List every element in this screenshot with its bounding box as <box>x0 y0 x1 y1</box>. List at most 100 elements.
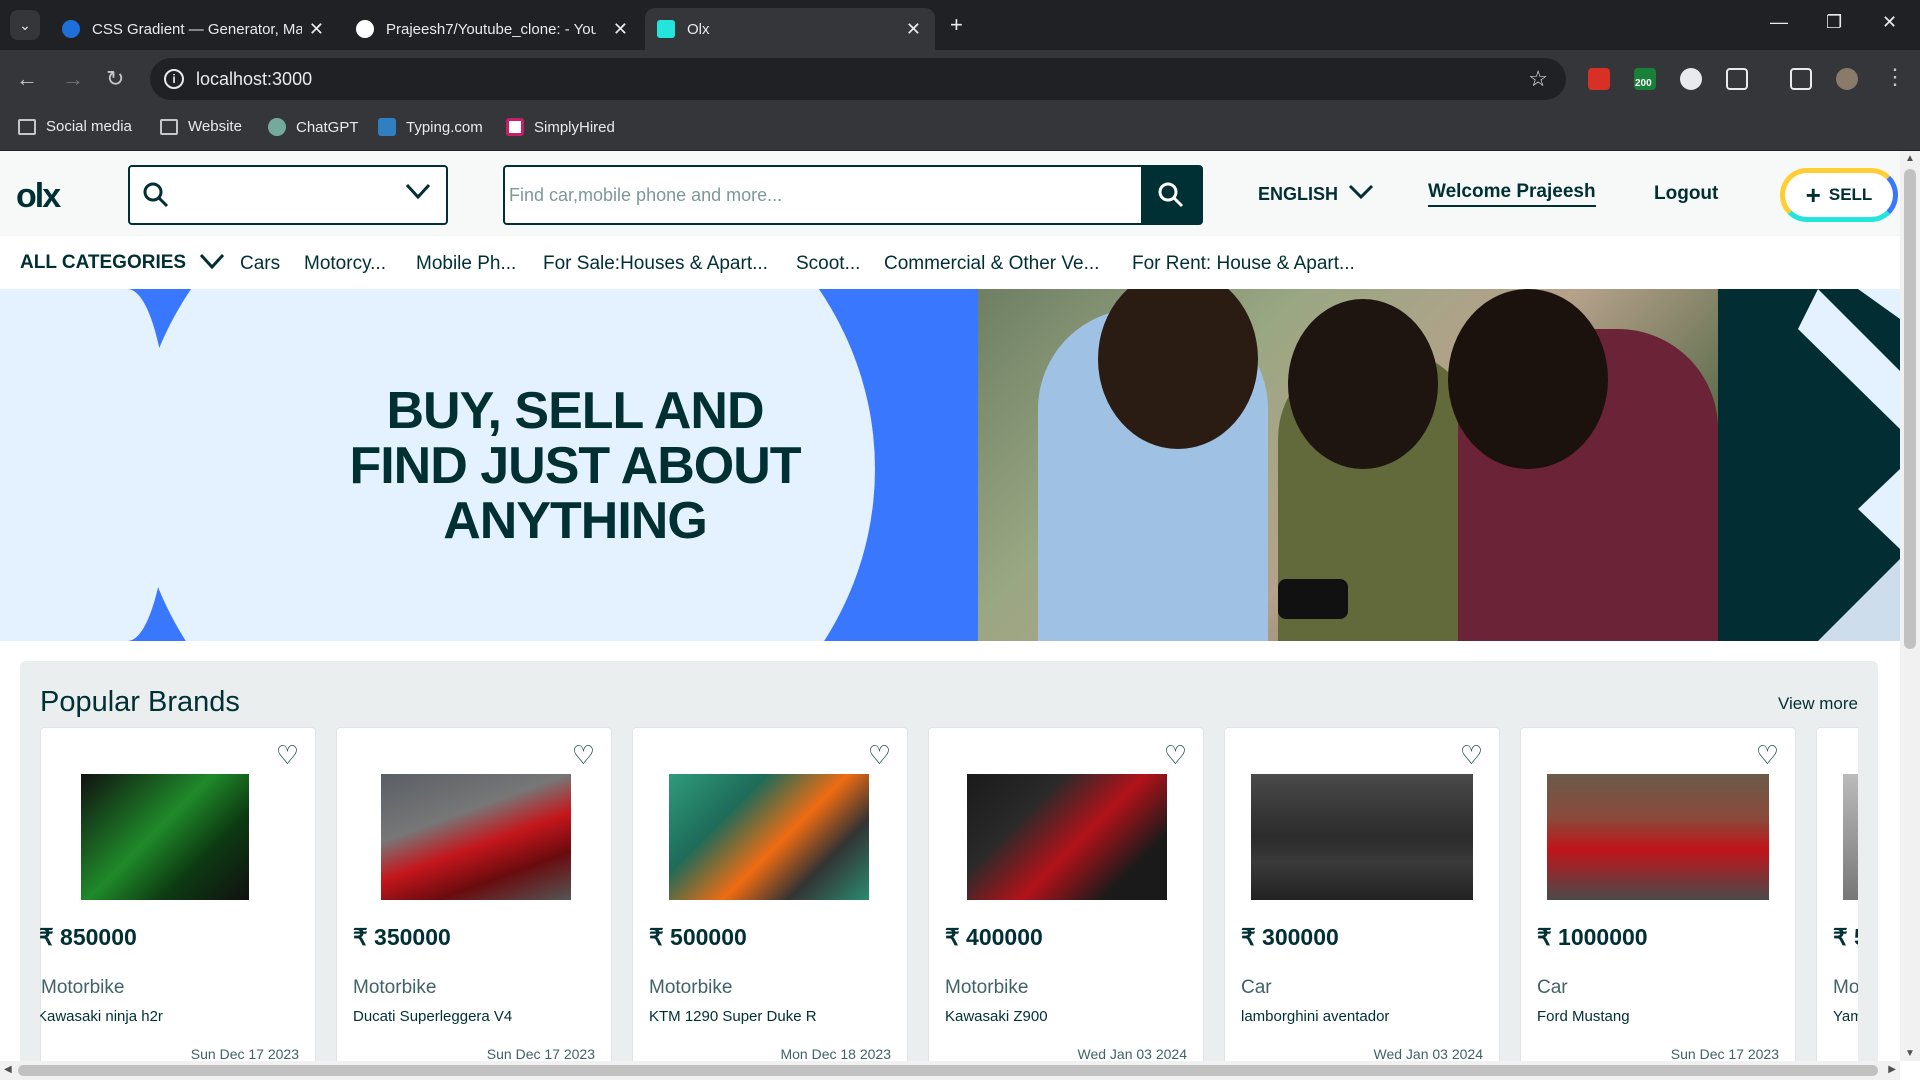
extension-icon[interactable] <box>1588 68 1610 90</box>
back-arrow-icon[interactable]: ← <box>16 66 38 92</box>
product-date: Wed Jan 03 2024 <box>1373 1046 1484 1061</box>
product-type: Car <box>1241 977 1272 998</box>
site-header: olx ENGLISH Welcome Prajeesh Logout + SE <box>0 151 1900 236</box>
close-tab-icon[interactable]: ✕ <box>613 19 628 40</box>
language-selector[interactable]: ENGLISH <box>1258 181 1374 207</box>
plus-icon: + <box>1805 179 1821 210</box>
product-price: ₹ 350000 <box>353 924 451 950</box>
bookmark-simplyhired[interactable]: SimplyHired <box>506 118 615 136</box>
category-bar: ALL CATEGORIES Cars Motorcy... Mobile Ph… <box>0 236 1900 291</box>
product-card[interactable]: ♡ ₹ 850000 Motorbike Kawasaki ninja h2r … <box>40 727 316 1061</box>
horizontal-scrollbar[interactable]: ◀ ▶ <box>0 1061 1900 1080</box>
browser-tab-css-gradient[interactable]: CSS Gradient — Generator, Mak ✕ <box>50 8 338 50</box>
folder-icon <box>160 118 178 135</box>
bookmark-social-media[interactable]: Social media <box>18 118 132 135</box>
site-info-icon[interactable]: i <box>164 69 184 89</box>
github-favicon-icon <box>356 20 374 38</box>
bookmark-typing[interactable]: Typing.com <box>378 118 483 136</box>
heart-icon[interactable]: ♡ <box>868 742 891 768</box>
product-price: ₹ 400000 <box>945 924 1043 950</box>
bookmark-chatgpt[interactable]: ChatGPT <box>268 118 359 136</box>
product-card[interactable]: ♡ ₹ 1000000 Car Ford Mustang Sun Dec 17 … <box>1520 727 1796 1061</box>
product-card[interactable]: ♡ ₹ 300000 Car lamborghini aventador Wed… <box>1224 727 1500 1061</box>
banner-chevron-graphic <box>1798 289 1900 641</box>
reload-icon[interactable]: ↻ <box>106 66 124 92</box>
browser-tab-olx[interactable]: Olx ✕ <box>645 8 935 50</box>
location-selector[interactable] <box>128 165 448 225</box>
tab-search-button[interactable]: ⌄ <box>10 10 40 40</box>
scrollbar-thumb[interactable] <box>18 1065 1878 1076</box>
restore-window-icon[interactable]: ❐ <box>1826 12 1842 33</box>
category-commercial-vehicles[interactable]: Commercial & Other Ve... <box>884 253 1099 275</box>
product-card[interactable]: ♡ ₹ 400000 Motorbike Kawasaki Z900 Wed J… <box>928 727 1204 1061</box>
product-price: ₹ 850000 <box>40 924 137 950</box>
side-panel-icon[interactable] <box>1790 68 1812 90</box>
bookmark-label: Website <box>188 118 242 135</box>
hero-banner: BUY, SELL AND FIND JUST ABOUT ANYTHING <box>0 289 1900 641</box>
close-tab-icon[interactable]: ✕ <box>906 19 921 40</box>
forward-arrow-icon[interactable]: → <box>62 66 84 92</box>
tab-title: Prajeesh7/Youtube_clone: - You <box>386 20 596 38</box>
chatgpt-icon <box>268 118 286 136</box>
heart-icon[interactable]: ♡ <box>276 742 299 768</box>
extensions-puzzle-icon[interactable] <box>1726 68 1748 90</box>
profile-avatar[interactable] <box>1836 68 1858 90</box>
chevron-down-icon <box>404 181 432 207</box>
banner-headline: BUY, SELL AND FIND JUST ABOUT ANYTHING <box>270 384 880 549</box>
category-cars[interactable]: Cars <box>240 253 280 275</box>
product-card[interactable]: ♡ ₹ 350000 Motorbike Ducati Superleggera… <box>336 727 612 1061</box>
product-card[interactable]: ♡ ₹ 500000 Motorbike KTM 1290 Super Duke… <box>632 727 908 1061</box>
category-houses-sale[interactable]: For Sale:Houses & Apart... <box>543 253 768 275</box>
extension-badge-count: 200 <box>1635 78 1652 89</box>
close-tab-icon[interactable]: ✕ <box>309 19 324 40</box>
banner-person-head <box>1448 289 1608 469</box>
close-window-icon[interactable]: ✕ <box>1882 12 1897 33</box>
new-tab-button[interactable]: + <box>950 12 963 38</box>
product-date: Wed Jan 03 2024 <box>1077 1046 1188 1061</box>
search-bar <box>503 165 1203 225</box>
product-price: ₹ 50 <box>1833 924 1858 950</box>
welcome-user[interactable]: Welcome Prajeesh <box>1428 181 1596 207</box>
product-name: lamborghini aventador <box>1241 1008 1390 1025</box>
product-name: Kawasaki Z900 <box>945 1008 1048 1025</box>
minimize-icon[interactable]: — <box>1770 12 1788 33</box>
banner-dark-panel <box>1718 289 1900 641</box>
scroll-right-icon[interactable]: ▶ <box>1888 1064 1896 1075</box>
search-input[interactable] <box>509 167 1149 223</box>
heart-icon[interactable]: ♡ <box>1460 742 1483 768</box>
bookmark-label: Social media <box>46 118 132 135</box>
scrollbar-thumb[interactable] <box>1904 169 1916 649</box>
chevron-down-icon[interactable] <box>198 250 226 279</box>
product-card[interactable]: ₹ 50 Moto Yamah <box>1816 727 1858 1061</box>
scroll-up-icon[interactable]: ▲ <box>1905 153 1915 164</box>
product-image <box>381 774 571 900</box>
scroll-down-icon[interactable]: ▼ <box>1905 1048 1915 1059</box>
pokeball-extension-icon[interactable] <box>1680 68 1702 90</box>
category-mobile-phones[interactable]: Mobile Ph... <box>416 253 516 275</box>
browser-tab-strip: ⌄ CSS Gradient — Generator, Mak ✕ Prajee… <box>0 0 1920 50</box>
all-categories-button[interactable]: ALL CATEGORIES <box>20 252 186 274</box>
view-more-link[interactable]: View more <box>1778 694 1858 714</box>
browser-menu-icon[interactable]: ⋮ <box>1884 64 1906 90</box>
heart-icon[interactable]: ♡ <box>572 742 595 768</box>
category-houses-rent[interactable]: For Rent: House & Apart... <box>1132 253 1355 275</box>
category-scooters[interactable]: Scoot... <box>796 253 860 275</box>
sell-button[interactable]: + SELL <box>1780 168 1898 222</box>
heart-icon[interactable]: ♡ <box>1164 742 1187 768</box>
browser-tab-github[interactable]: Prajeesh7/Youtube_clone: - You ✕ <box>344 8 642 50</box>
extension-badge-icon[interactable]: 200 <box>1634 68 1656 90</box>
bookmark-star-icon[interactable]: ☆ <box>1528 66 1548 92</box>
scroll-left-icon[interactable]: ◀ <box>4 1064 12 1075</box>
address-bar[interactable]: i localhost:3000 ☆ <box>150 58 1566 100</box>
logout-button[interactable]: Logout <box>1654 183 1718 205</box>
olx-logo[interactable]: olx <box>16 177 61 216</box>
category-motorcycles[interactable]: Motorcy... <box>304 253 386 275</box>
vertical-scrollbar[interactable]: ▲ ▼ <box>1900 151 1920 1061</box>
bookmark-website[interactable]: Website <box>160 118 242 135</box>
bookmarks-bar: Social media Website ChatGPT Typing.com … <box>0 108 1920 151</box>
heart-icon[interactable]: ♡ <box>1756 742 1779 768</box>
bookmark-label: SimplyHired <box>534 118 615 136</box>
search-icon <box>1158 182 1184 208</box>
search-button[interactable] <box>1141 167 1201 223</box>
product-name: Ducati Superleggera V4 <box>353 1008 513 1025</box>
